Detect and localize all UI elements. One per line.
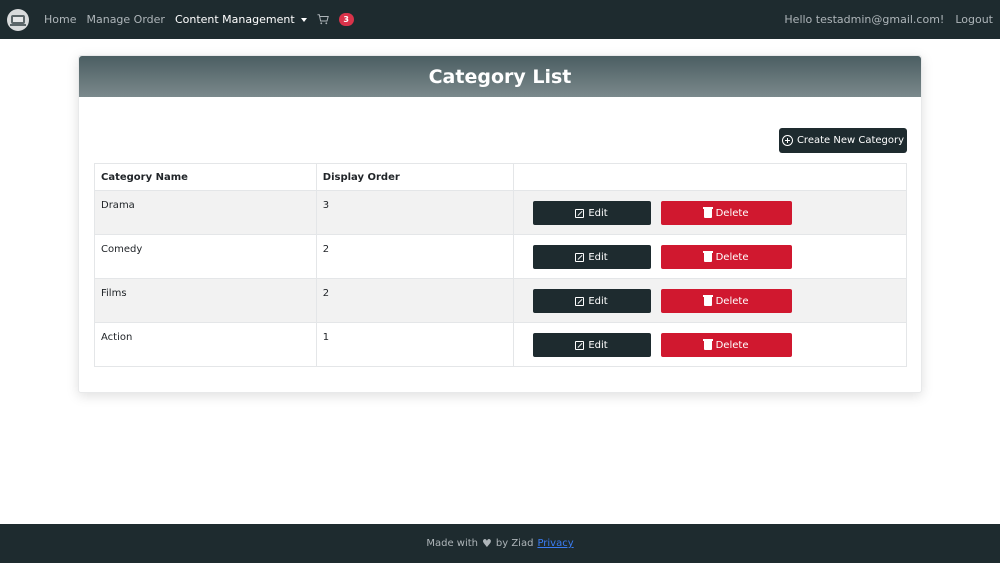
edit-button[interactable]: Edit xyxy=(532,333,651,357)
category-table: Category Name Display Order Drama 3 Edit… xyxy=(94,163,908,367)
edit-icon xyxy=(575,208,585,218)
nav-content-management-label: Content Management xyxy=(174,13,295,26)
header-display-order: Display Order xyxy=(315,163,514,191)
edit-label: Edit xyxy=(588,295,608,307)
edit-button[interactable]: Edit xyxy=(532,201,651,225)
footer-by: by Ziad xyxy=(495,538,534,549)
table-row: Drama 3 Edit Delete xyxy=(94,190,908,235)
edit-label: Edit xyxy=(588,251,608,263)
brand-logo[interactable] xyxy=(7,8,29,31)
nav-right: Hello testadmin@gmail.com! Logout xyxy=(773,13,993,26)
footer-made-with: Made with xyxy=(426,538,478,549)
trash-icon xyxy=(702,295,713,306)
display-order-cell: 3 xyxy=(315,190,514,235)
table-row: Films 2 Edit Delete xyxy=(94,278,908,323)
delete-label: Delete xyxy=(715,339,749,351)
footer: Made with ♥ by Ziad Privacy xyxy=(0,524,1000,563)
edit-icon xyxy=(575,340,585,350)
page-title: Category List xyxy=(428,65,572,88)
delete-label: Delete xyxy=(715,251,749,263)
edit-icon xyxy=(575,296,585,306)
category-name-cell: Films xyxy=(94,278,317,323)
heart-icon: ♥ xyxy=(482,537,492,550)
edit-label: Edit xyxy=(588,339,608,351)
category-card: Category List Create New Category Catego… xyxy=(78,55,922,393)
actions-cell: Edit Delete xyxy=(512,190,908,235)
delete-button[interactable]: Delete xyxy=(660,333,792,357)
trash-icon xyxy=(702,207,713,218)
user-greeting[interactable]: Hello testadmin@gmail.com! xyxy=(784,13,944,26)
category-name-cell: Comedy xyxy=(94,234,317,279)
actions-cell: Edit Delete xyxy=(512,278,908,323)
cart-icon[interactable] xyxy=(317,14,329,25)
cart-count-badge: 3 xyxy=(338,13,354,26)
delete-button[interactable]: Delete xyxy=(660,201,792,225)
edit-button[interactable]: Edit xyxy=(532,245,651,269)
edit-icon xyxy=(575,252,585,262)
caret-down-icon xyxy=(300,18,307,22)
nav-content-management-dropdown[interactable]: Content Management xyxy=(175,13,307,26)
actions-cell: Edit Delete xyxy=(512,322,908,367)
table-row: Comedy 2 Edit Delete xyxy=(94,234,908,279)
nav-manage-order-link[interactable]: Manage Order xyxy=(86,13,164,26)
actions-cell: Edit Delete xyxy=(512,234,908,279)
trash-icon xyxy=(702,339,713,350)
logout-link[interactable]: Logout xyxy=(955,13,993,26)
header-category-name: Category Name xyxy=(94,163,317,191)
edit-label: Edit xyxy=(588,207,608,219)
display-order-cell: 2 xyxy=(315,278,514,323)
category-name-cell: Action xyxy=(94,322,317,367)
create-category-button[interactable]: Create New Category xyxy=(779,128,907,153)
trash-icon xyxy=(702,251,713,262)
card-header: Category List xyxy=(79,56,921,97)
nav-home-link[interactable]: Home xyxy=(44,13,76,26)
edit-button[interactable]: Edit xyxy=(532,289,651,313)
display-order-cell: 2 xyxy=(315,234,514,279)
table-row: Action 1 Edit Delete xyxy=(94,322,908,367)
delete-label: Delete xyxy=(715,207,749,219)
delete-button[interactable]: Delete xyxy=(660,245,792,269)
delete-button[interactable]: Delete xyxy=(660,289,792,313)
category-name-cell: Drama xyxy=(94,190,317,235)
privacy-link[interactable]: Privacy xyxy=(537,538,573,549)
display-order-cell: 1 xyxy=(315,322,514,367)
navbar: Home Manage Order Content Management 3 H… xyxy=(0,0,1000,39)
table-header-row: Category Name Display Order xyxy=(94,163,908,191)
plus-circle-icon xyxy=(781,135,793,146)
header-actions xyxy=(512,163,908,191)
delete-label: Delete xyxy=(715,295,749,307)
create-category-label: Create New Category xyxy=(796,135,905,146)
